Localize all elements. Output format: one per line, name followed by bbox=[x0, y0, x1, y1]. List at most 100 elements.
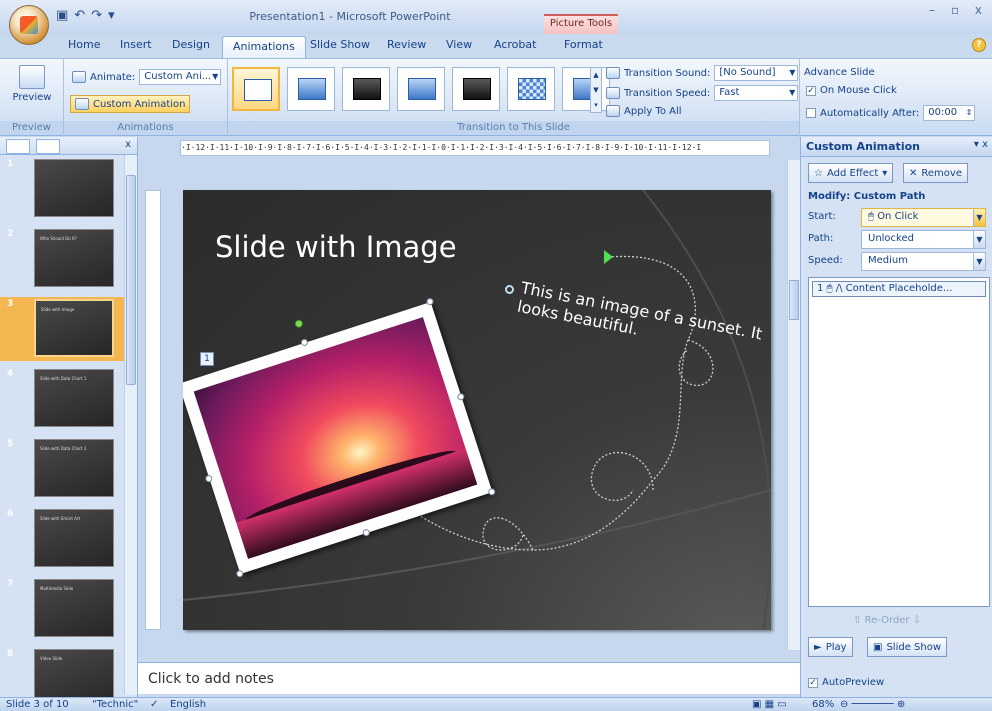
task-pane-title: Custom Animation bbox=[806, 140, 920, 153]
tab-acrobat[interactable]: Acrobat bbox=[494, 38, 536, 51]
transition-speed-row: Transition Speed: Fast ▼ bbox=[606, 85, 799, 101]
animations-group-label: Animations bbox=[64, 121, 227, 135]
transition-dissolve[interactable] bbox=[507, 67, 555, 111]
slide-thumbnail[interactable]: 6 Slide with Smart Art bbox=[0, 507, 124, 571]
slide-thumbnail[interactable]: 2 Who Should Do It? bbox=[0, 227, 124, 291]
animation-list-item[interactable]: 1 🖱 /\ Content Placeholde... bbox=[812, 281, 986, 297]
help-icon[interactable]: ? bbox=[972, 38, 986, 52]
slide-number: 4 bbox=[7, 369, 14, 379]
animate-icon bbox=[72, 71, 86, 83]
remove-button[interactable]: ✕ Remove bbox=[903, 163, 968, 183]
slide-show-button[interactable]: ▣ Slide Show bbox=[867, 637, 948, 657]
apply-all-icon bbox=[606, 105, 620, 117]
slide-number: 1 bbox=[7, 159, 14, 169]
close-icon[interactable]: x bbox=[125, 139, 131, 150]
automatically-after-checkbox[interactable] bbox=[806, 108, 816, 118]
animate-select[interactable]: Custom Ani... ▼ bbox=[139, 69, 222, 85]
tab-design[interactable]: Design bbox=[172, 38, 210, 51]
tab-view[interactable]: View bbox=[446, 38, 472, 51]
chevron-down-icon: ▼ bbox=[789, 68, 796, 77]
remove-label: Remove bbox=[921, 167, 962, 179]
slideshow-icon: ▣ bbox=[873, 641, 883, 653]
animation-list: 1 🖱 /\ Content Placeholde... bbox=[808, 277, 990, 607]
transition-fade-smoothly[interactable] bbox=[287, 67, 335, 111]
tab-format[interactable]: Format bbox=[564, 38, 603, 51]
bullet-icon bbox=[505, 285, 514, 294]
reorder-label: Re-Order bbox=[864, 615, 910, 626]
spell-check-icon[interactable]: ✓ bbox=[150, 699, 158, 710]
add-effect-label: Add Effect bbox=[826, 167, 879, 179]
path-select[interactable]: Unlocked ▼ bbox=[861, 230, 986, 249]
speed-select[interactable]: Medium ▼ bbox=[861, 252, 986, 271]
slide-thumbnail[interactable]: 1 bbox=[0, 157, 124, 221]
add-effect-button[interactable]: ☆ Add Effect ▾ bbox=[808, 163, 894, 183]
custom-animation-button[interactable]: Custom Animation bbox=[70, 95, 191, 113]
speed-label: Speed: bbox=[808, 255, 843, 266]
scrollbar-thumb[interactable] bbox=[126, 175, 136, 385]
task-pane-header: Custom Animation ▾ x bbox=[801, 137, 992, 157]
move-up-icon[interactable]: ⇧ bbox=[853, 615, 861, 626]
ribbon-tabs: Home Insert Design Animations Slide Show… bbox=[0, 34, 992, 58]
tab-slide-show[interactable]: Slide Show bbox=[310, 38, 370, 51]
outline-tab[interactable] bbox=[36, 139, 60, 154]
slide-thumbnail[interactable]: 7 Multimedia Slide bbox=[0, 577, 124, 641]
speed-value: Medium bbox=[868, 255, 908, 266]
slide-thumbnail-title: Who Should Do It? bbox=[40, 236, 77, 241]
start-select[interactable]: 🖱 On Click ▼ bbox=[861, 208, 986, 227]
office-button[interactable] bbox=[9, 5, 49, 45]
transition-speed-select[interactable]: Fast ▼ bbox=[714, 85, 799, 101]
slides-scrollbar[interactable] bbox=[124, 155, 137, 695]
slide-count: Slide 3 of 10 bbox=[6, 699, 69, 710]
transition-sound-select[interactable]: [No Sound] ▼ bbox=[714, 65, 799, 81]
window-controls[interactable]: – ▫ x bbox=[929, 3, 988, 17]
advance-time-value: 00:00 bbox=[928, 107, 958, 118]
slide-thumbnail[interactable]: 4 Slide with Data Chart 1 bbox=[0, 367, 124, 431]
slide-thumbnail-image: Multimedia Slide bbox=[34, 579, 114, 637]
transition-fade-black[interactable] bbox=[342, 67, 390, 111]
on-mouse-click-checkbox[interactable]: ✓ bbox=[806, 85, 816, 96]
slides-tab[interactable] bbox=[6, 139, 30, 154]
animation-order-tag[interactable]: 1 bbox=[200, 352, 214, 366]
tab-home[interactable]: Home bbox=[68, 38, 100, 51]
scrollbar-thumb[interactable] bbox=[789, 280, 799, 320]
slide-thumbnail[interactable]: 3 Slide with Image bbox=[0, 297, 124, 361]
preview-button[interactable]: Preview bbox=[6, 65, 58, 103]
move-down-icon[interactable]: ⇩ bbox=[913, 615, 921, 626]
office-logo-icon bbox=[20, 16, 38, 34]
slide[interactable]: Slide with Image This is an image of a s… bbox=[183, 190, 771, 630]
tab-animations[interactable]: Animations bbox=[222, 36, 306, 58]
apply-to-all-button[interactable]: Apply To All bbox=[606, 105, 682, 117]
on-mouse-click-row[interactable]: ✓ On Mouse Click bbox=[806, 85, 897, 96]
automatically-after-label: Automatically After: bbox=[820, 107, 920, 119]
transition-preview-icon bbox=[353, 78, 381, 100]
advance-time-spinner[interactable]: 00:00 ⇕ bbox=[923, 105, 976, 121]
zoom-level[interactable]: 68% bbox=[812, 699, 834, 710]
zoom-slider[interactable]: ⊖ ─────── ⊕ bbox=[840, 699, 905, 710]
slide-title[interactable]: Slide with Image bbox=[215, 230, 457, 264]
slide-show-label: Slide Show bbox=[886, 641, 942, 653]
language[interactable]: English bbox=[170, 699, 206, 710]
notes-pane[interactable]: Click to add notes bbox=[138, 662, 800, 694]
view-buttons[interactable]: ▣ ▦ ▭ bbox=[752, 699, 787, 710]
transition-cut-black[interactable] bbox=[452, 67, 500, 111]
autopreview-row[interactable]: ✓ AutoPreview bbox=[808, 677, 884, 688]
spinner-icon: ⇕ bbox=[965, 108, 973, 117]
transition-preview-icon bbox=[408, 78, 436, 100]
autopreview-checkbox[interactable]: ✓ bbox=[808, 677, 818, 688]
slide-number: 3 bbox=[7, 299, 14, 309]
slide-thumbnail[interactable]: 5 Slide with Data Chart 2 bbox=[0, 437, 124, 501]
path-value: Unlocked bbox=[868, 233, 914, 244]
slide-number: 8 bbox=[7, 649, 14, 659]
notes-placeholder[interactable]: Click to add notes bbox=[148, 671, 274, 687]
tab-review[interactable]: Review bbox=[387, 38, 426, 51]
slide-thumbnail-image: Who Should Do It? bbox=[34, 229, 114, 287]
transition-cut[interactable] bbox=[397, 67, 445, 111]
transition-wipe-down[interactable] bbox=[562, 67, 610, 111]
gallery-scroll[interactable]: ▲ ▼ ▾ bbox=[590, 67, 602, 113]
tab-insert[interactable]: Insert bbox=[120, 38, 152, 51]
slide-scrollbar[interactable] bbox=[787, 160, 800, 650]
transition-none[interactable] bbox=[232, 67, 280, 111]
slide-thumbnail-title: Video Slide bbox=[40, 656, 63, 661]
task-pane-close-icon[interactable]: ▾ x bbox=[974, 139, 988, 150]
play-button[interactable]: ► Play bbox=[808, 637, 853, 657]
